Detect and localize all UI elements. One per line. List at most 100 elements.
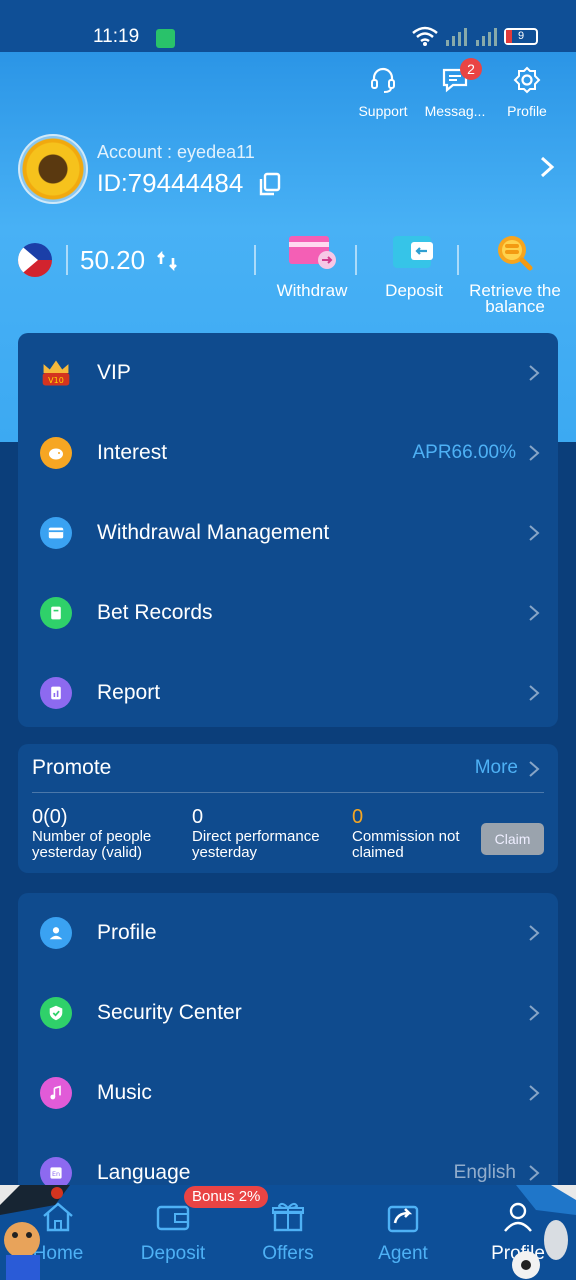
chevron-right-icon [529, 1165, 540, 1181]
chevron-right-icon [529, 445, 540, 461]
menu-item-interest[interactable]: Interest APR66.00% [18, 413, 558, 493]
signal-icon-2 [476, 28, 497, 46]
status-icons: 9 [412, 26, 538, 46]
chevron-right-icon [529, 605, 540, 621]
mascot-decoration [0, 1185, 70, 1280]
menu-item-security-center[interactable]: Security Center [18, 973, 558, 1053]
card-withdraw-icon [289, 236, 336, 269]
chevron-right-icon [529, 525, 540, 541]
promote-card: Promote More 0(0) Number of people yeste… [18, 744, 558, 873]
divider [254, 245, 256, 275]
profile-settings-label: Profile [507, 103, 547, 119]
retrieve-balance-button[interactable]: Retrieve the balance [466, 232, 564, 315]
claim-button[interactable]: Claim [481, 823, 544, 855]
piggy-bank-icon [40, 437, 72, 469]
divider [66, 245, 68, 275]
language-value: English [453, 1162, 516, 1183]
user-icon [40, 917, 72, 949]
copy-icon[interactable] [257, 171, 283, 197]
menu-item-label: Bet Records [97, 601, 213, 624]
nav-deposit[interactable]: Deposit [123, 1199, 223, 1265]
stat-value: 0 [352, 806, 364, 828]
wallet-deposit-icon [393, 236, 433, 268]
headset-icon [371, 67, 395, 93]
menu-item-withdrawal-management[interactable]: Withdrawal Management [18, 493, 558, 573]
wallet-icon [40, 517, 72, 549]
divider [457, 245, 459, 275]
promote-more-link[interactable]: More [475, 757, 518, 779]
chevron-right-icon [529, 761, 540, 777]
chevron-right-icon [529, 1085, 540, 1101]
stat-desc: Number of people [32, 828, 152, 845]
account-id: ID: 79444484 [97, 168, 283, 199]
nav-label: Offers [262, 1243, 314, 1264]
wallet-icon [156, 1205, 190, 1231]
settings-button[interactable]: Profile [494, 66, 560, 119]
stat-desc: Commission not [352, 828, 460, 845]
report-icon [40, 677, 72, 709]
deposit-label: Deposit [385, 281, 443, 300]
stat-value: 0 [192, 806, 204, 828]
header-actions: Support 2 Messag... Profile [350, 58, 560, 119]
refresh-icon[interactable] [156, 250, 178, 272]
avatar[interactable] [18, 134, 88, 204]
menu-item-label: Report [97, 681, 161, 704]
trophy-decoration [512, 1185, 576, 1279]
menu-card-main: V10 VIP Interest APR66.00% Withdrawal Ma… [18, 333, 558, 727]
signal-icon [446, 28, 467, 46]
svg-text:En: En [52, 1170, 60, 1178]
stat-people-yesterday: 0(0) Number of people yesterday (valid) [32, 806, 151, 861]
messages-label: Messag... [424, 103, 486, 119]
nav-offers[interactable]: Offers [238, 1199, 338, 1265]
menu-item-profile[interactable]: Profile [18, 893, 558, 973]
menu-item-label: Profile [97, 921, 157, 944]
wifi-icon [412, 26, 438, 46]
menu-item-music[interactable]: Music [18, 1053, 558, 1133]
stat-direct-performance: 0 Direct performance yesterday [192, 806, 320, 861]
messages-button[interactable]: 2 Messag... [422, 58, 488, 119]
deposit-button[interactable]: Deposit [374, 232, 454, 299]
menu-item-label: VIP [97, 361, 131, 384]
gift-icon [272, 1202, 304, 1232]
id-value: 79444484 [127, 168, 244, 198]
vip-crown-icon: V10 [40, 357, 72, 389]
shield-icon [40, 997, 72, 1029]
wallet-balance: 50.20 [80, 245, 146, 275]
menu-item-label: Interest [97, 441, 168, 464]
share-icon [387, 1205, 419, 1233]
divider [32, 792, 544, 793]
menu-item-bet-records[interactable]: Bet Records [18, 573, 558, 653]
withdraw-button[interactable]: Withdraw [272, 232, 352, 299]
bonus-badge: Bonus 2% [184, 1186, 269, 1208]
nav-label: Agent [378, 1243, 428, 1264]
chevron-right-icon[interactable] [538, 155, 556, 179]
document-icon [40, 597, 72, 629]
stat-desc: Direct performance [192, 828, 320, 845]
battery-icon: 9 [504, 27, 538, 45]
chevron-right-icon [529, 925, 540, 941]
divider [355, 245, 357, 275]
nav-agent[interactable]: Agent [353, 1199, 453, 1265]
account-name: Account : eyedea11 [97, 142, 255, 162]
stat-desc: yesterday (valid) [32, 844, 143, 861]
message-badge: 2 [460, 58, 482, 80]
menu-item-label: Music [97, 1081, 152, 1104]
interest-apr: APR66.00% [412, 442, 516, 463]
status-bar: 11:19 9 [0, 0, 576, 52]
menu-item-vip[interactable]: V10 VIP [18, 333, 558, 413]
stat-desc: claimed [352, 844, 404, 861]
svg-text:V10: V10 [48, 376, 64, 385]
menu-item-label: Withdrawal Management [97, 521, 330, 544]
gear-icon [513, 66, 541, 94]
retrieve-label: Retrieve the balance [469, 281, 561, 316]
id-prefix: ID: [97, 169, 128, 197]
chevron-right-icon [529, 1005, 540, 1021]
chevron-right-icon [529, 685, 540, 701]
philippines-flag-icon [18, 243, 52, 277]
menu-item-report[interactable]: Report [18, 653, 558, 733]
coin-search-icon [498, 236, 533, 271]
support-button[interactable]: Support [350, 66, 416, 119]
nav-label: Deposit [140, 1243, 206, 1264]
support-label: Support [358, 103, 408, 119]
status-time: 11:19 [93, 26, 140, 47]
